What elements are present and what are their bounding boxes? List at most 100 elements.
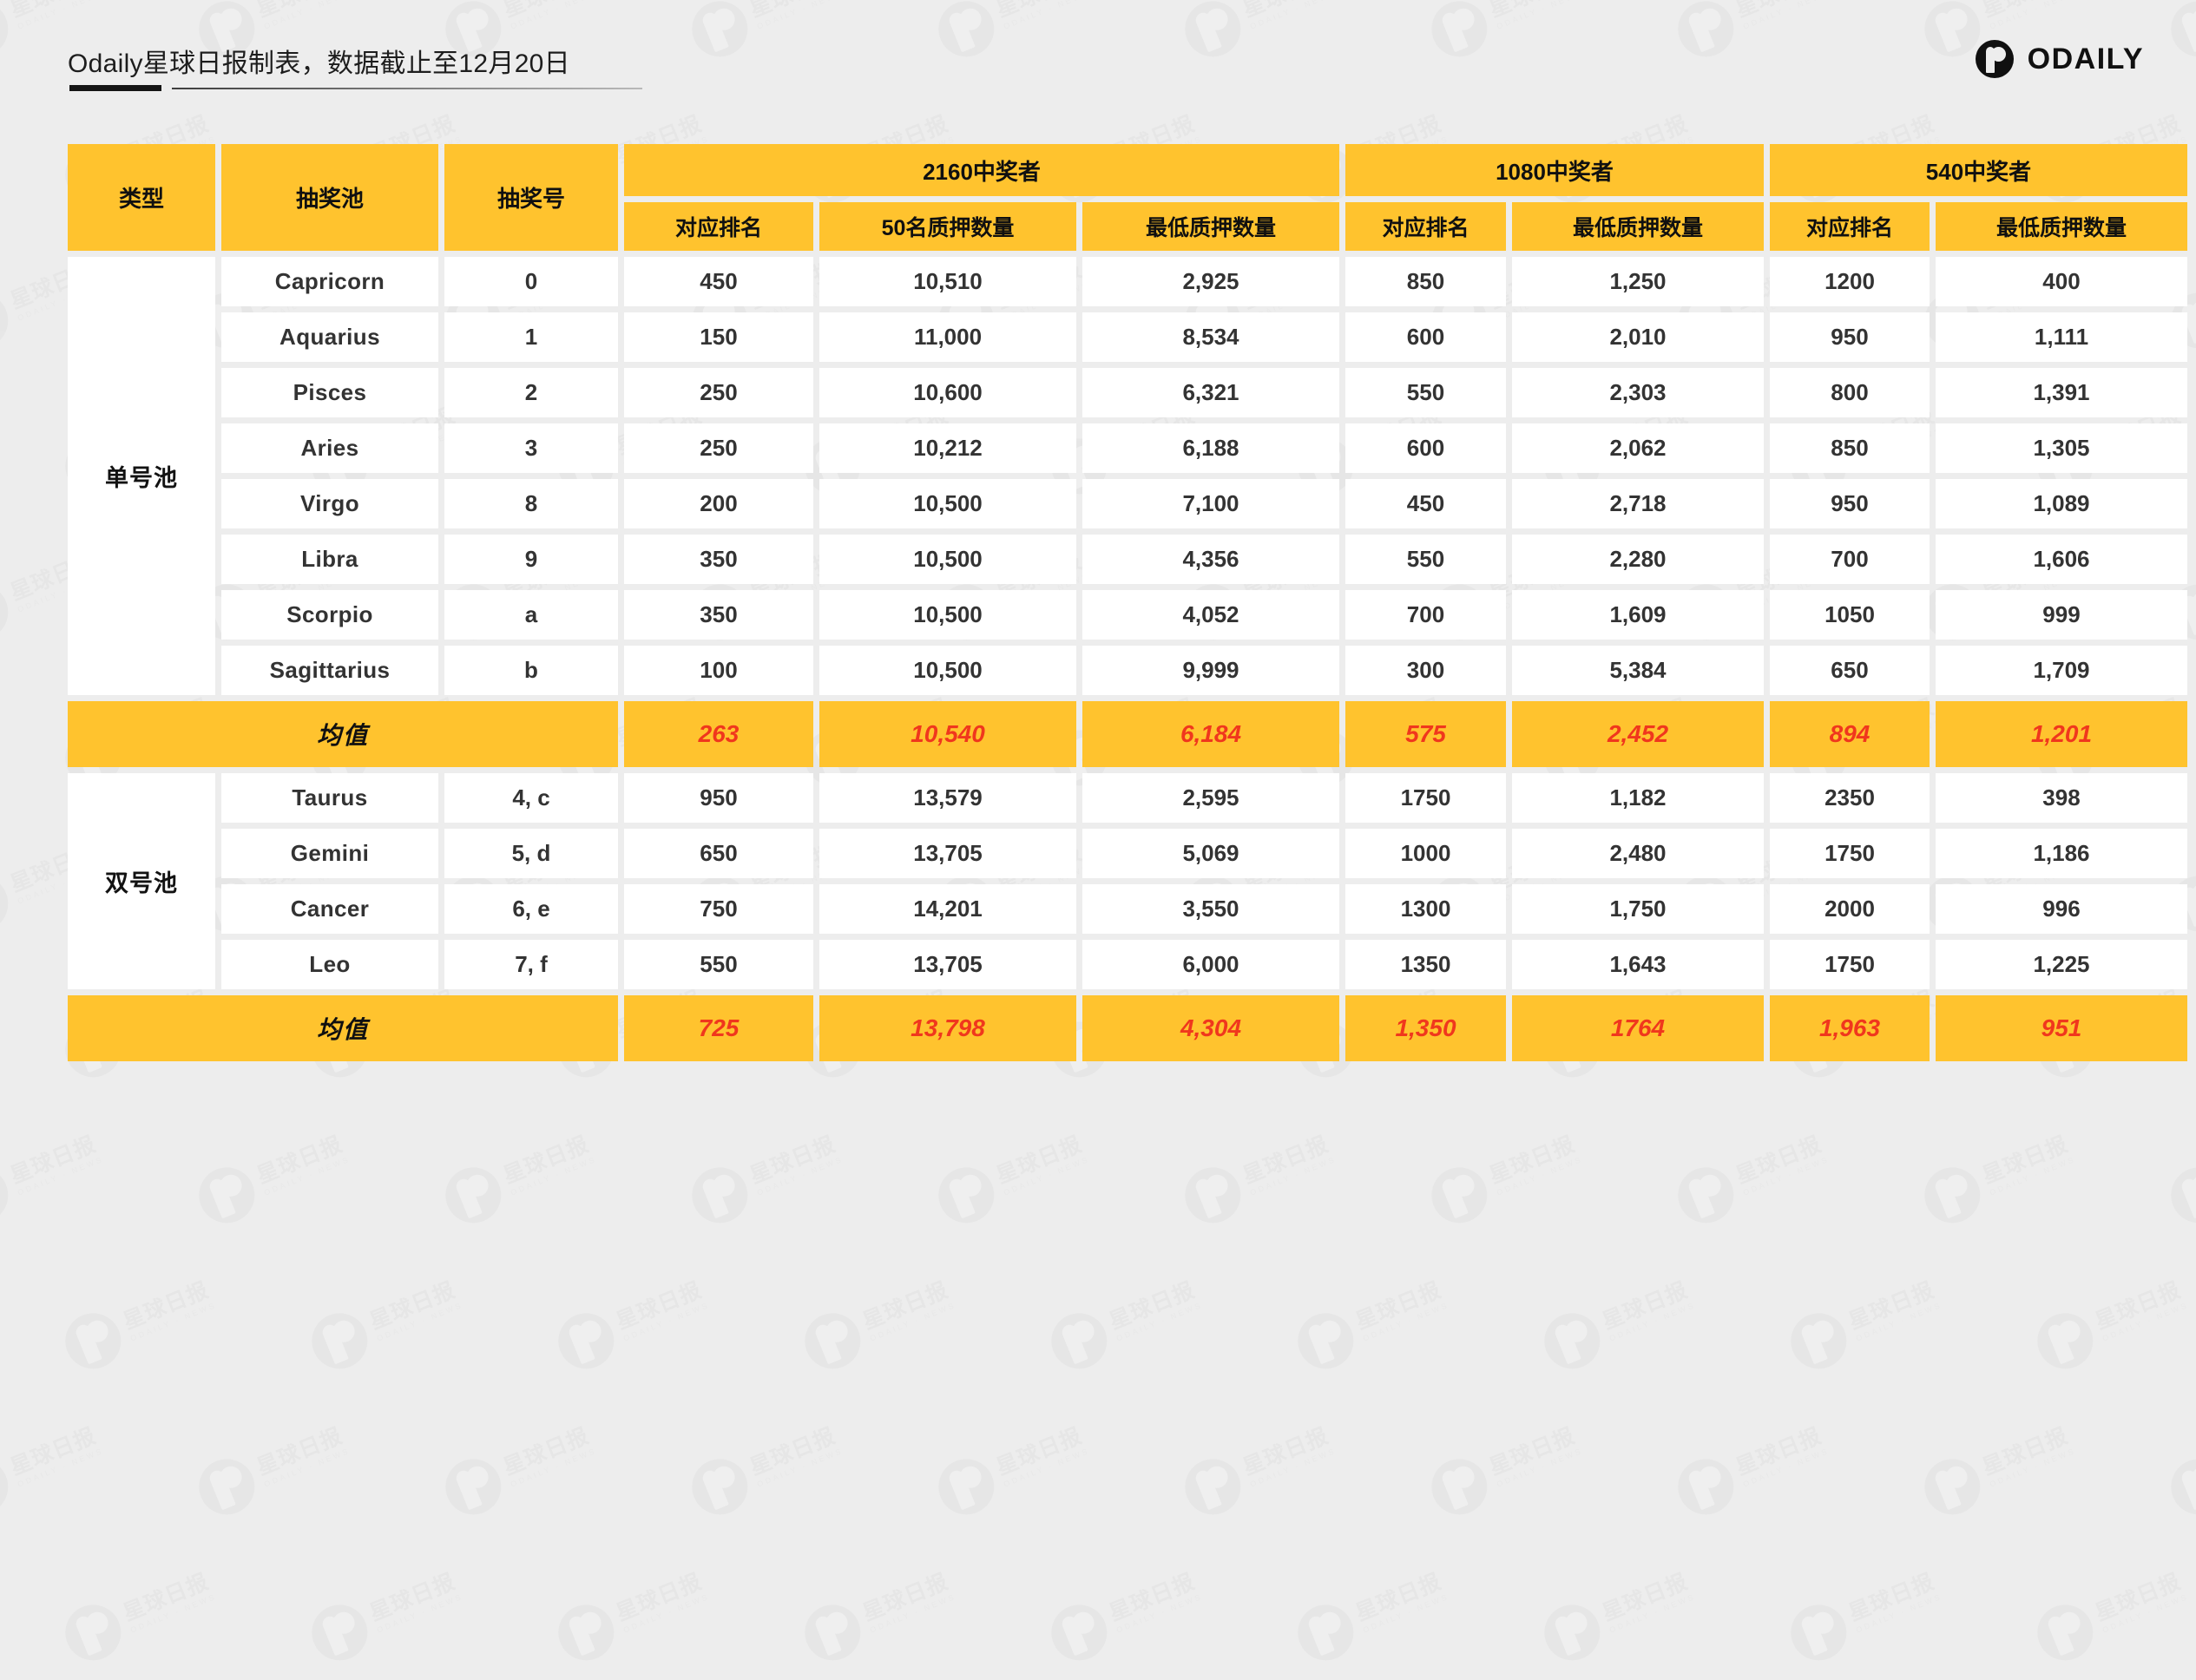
page-title-wrap: Odaily星球日报制表，数据截止至12月20日: [68, 42, 570, 80]
cell-rank-540: 1750: [1770, 829, 1930, 878]
cell-minstake-2160: 8,534: [1082, 312, 1339, 362]
cell-minstake-1080: 1,643: [1512, 940, 1764, 989]
cell-rank-540: 650: [1770, 646, 1930, 695]
cell-pool: Libra: [221, 535, 438, 584]
column-header-pool: 抽奖池: [221, 144, 438, 251]
cell-pool: Taurus: [221, 773, 438, 823]
cell-pool: Aquarius: [221, 312, 438, 362]
cell-rank-2160: 350: [624, 590, 813, 640]
cell-rank-2160: 350: [624, 535, 813, 584]
cell-minstake-1080: 1,609: [1512, 590, 1764, 640]
cell-rank-540: 1050: [1770, 590, 1930, 640]
cell-rank-2160: 150: [624, 312, 813, 362]
cell-minstake-540: 996: [1936, 884, 2187, 934]
cell-minstake-2160: 6,321: [1082, 368, 1339, 417]
cell-pool: Aries: [221, 423, 438, 473]
cell-minstake-2160: 4,356: [1082, 535, 1339, 584]
cell-rank-1080: 450: [1345, 479, 1506, 528]
cell-pool: Scorpio: [221, 590, 438, 640]
cell-stake50-2160: 10,600: [819, 368, 1076, 417]
cell-minstake-2160: 6,188: [1082, 423, 1339, 473]
row-group-label-1: 单号池: [68, 257, 215, 695]
cell-minstake-2160: 3,550: [1082, 884, 1339, 934]
cell-rank-2160: 200: [624, 479, 813, 528]
brand-name: ODAILY: [2027, 42, 2144, 75]
group-header-1: 2160中奖者: [624, 144, 1339, 196]
avg-stake50-2160-1: 10,540: [819, 701, 1076, 767]
cell-rank-2160: 550: [624, 940, 813, 989]
cell-stake50-2160: 10,500: [819, 535, 1076, 584]
cell-minstake-2160: 4,052: [1082, 590, 1339, 640]
cell-rank-540: 1200: [1770, 257, 1930, 306]
cell-rank-1080: 700: [1345, 590, 1506, 640]
cell-minstake-2160: 2,595: [1082, 773, 1339, 823]
column-header-type: 类型: [68, 144, 215, 251]
cell-stake50-2160: 13,579: [819, 773, 1076, 823]
cell-draw-no: 9: [444, 535, 618, 584]
group-header-2: 1080中奖者: [1345, 144, 1764, 196]
cell-stake50-2160: 10,500: [819, 646, 1076, 695]
cell-minstake-540: 1,186: [1936, 829, 2187, 878]
sub-header-3-1: 对应排名: [1770, 202, 1930, 251]
cell-pool: Gemini: [221, 829, 438, 878]
avg-minstake-540-1: 1,201: [1936, 701, 2187, 767]
cell-minstake-1080: 1,250: [1512, 257, 1764, 306]
cell-minstake-540: 1,089: [1936, 479, 2187, 528]
cell-rank-1080: 1000: [1345, 829, 1506, 878]
cell-rank-1080: 600: [1345, 312, 1506, 362]
cell-rank-2160: 250: [624, 368, 813, 417]
cell-minstake-2160: 6,000: [1082, 940, 1339, 989]
average-row-label-2: 均值: [68, 995, 618, 1061]
avg-minstake-2160-2: 4,304: [1082, 995, 1339, 1061]
sub-header-1-3: 最低质押数量: [1082, 202, 1339, 251]
cell-rank-540: 950: [1770, 479, 1930, 528]
cell-pool: Virgo: [221, 479, 438, 528]
average-row-label-1: 均值: [68, 701, 618, 767]
avg-minstake-540-2: 951: [1936, 995, 2187, 1061]
title-underline: [69, 85, 642, 91]
cell-rank-2160: 950: [624, 773, 813, 823]
odaily-logo-icon: [1975, 40, 2014, 78]
cell-draw-no: 0: [444, 257, 618, 306]
cell-rank-1080: 550: [1345, 368, 1506, 417]
cell-draw-no: a: [444, 590, 618, 640]
page-header: Odaily星球日报制表，数据截止至12月20日 ODAILY: [0, 0, 2196, 130]
stats-table: 类型 抽奖池 抽奖号 2160中奖者 1080中奖者 540中奖者 对应排名 50名质押数量最…: [68, 144, 2187, 1061]
cell-stake50-2160: 13,705: [819, 829, 1076, 878]
cell-minstake-1080: 1,182: [1512, 773, 1764, 823]
cell-rank-540: 800: [1770, 368, 1930, 417]
cell-rank-1080: 550: [1345, 535, 1506, 584]
row-group-label-2: 双号池: [68, 773, 215, 989]
cell-rank-2160: 650: [624, 829, 813, 878]
cell-minstake-1080: 2,718: [1512, 479, 1764, 528]
avg-rank-2160-1: 263: [624, 701, 813, 767]
cell-stake50-2160: 13,705: [819, 940, 1076, 989]
cell-rank-2160: 100: [624, 646, 813, 695]
cell-rank-1080: 850: [1345, 257, 1506, 306]
title-underline-bold: [69, 85, 161, 91]
cell-stake50-2160: 10,500: [819, 479, 1076, 528]
cell-minstake-2160: 2,925: [1082, 257, 1339, 306]
column-header-draw-no: 抽奖号: [444, 144, 618, 251]
cell-draw-no: 8: [444, 479, 618, 528]
cell-minstake-540: 1,391: [1936, 368, 2187, 417]
cell-stake50-2160: 14,201: [819, 884, 1076, 934]
avg-stake50-2160-2: 13,798: [819, 995, 1076, 1061]
cell-minstake-540: 400: [1936, 257, 2187, 306]
avg-rank-540-2: 1,963: [1770, 995, 1930, 1061]
cell-minstake-1080: 2,303: [1512, 368, 1764, 417]
cell-draw-no: 6, e: [444, 884, 618, 934]
page-title: Odaily星球日报制表，数据截止至12月20日: [68, 49, 570, 78]
avg-minstake-1080-2: 1764: [1512, 995, 1764, 1061]
cell-pool: Sagittarius: [221, 646, 438, 695]
avg-minstake-2160-1: 6,184: [1082, 701, 1339, 767]
cell-rank-540: 700: [1770, 535, 1930, 584]
cell-rank-1080: 1750: [1345, 773, 1506, 823]
cell-minstake-540: 1,111: [1936, 312, 2187, 362]
group-header-3: 540中奖者: [1770, 144, 2187, 196]
avg-rank-1080-2: 1,350: [1345, 995, 1506, 1061]
cell-pool: Capricorn: [221, 257, 438, 306]
cell-pool: Leo: [221, 940, 438, 989]
cell-draw-no: 1: [444, 312, 618, 362]
avg-minstake-1080-1: 2,452: [1512, 701, 1764, 767]
